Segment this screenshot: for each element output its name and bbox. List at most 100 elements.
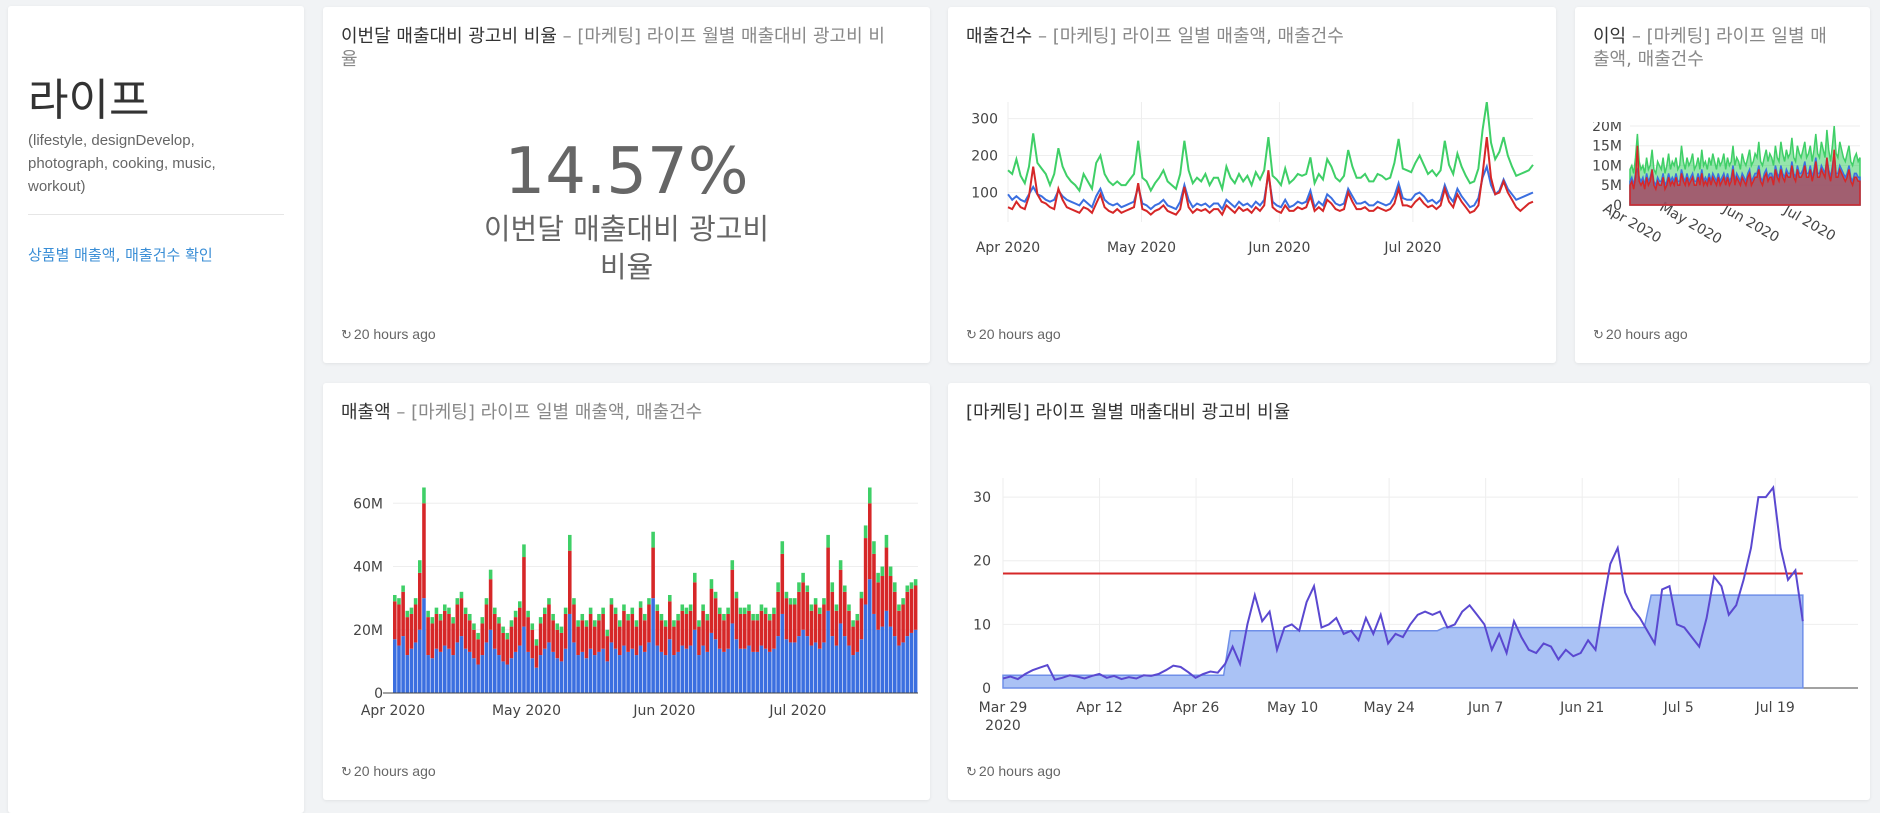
bar-red [468,620,472,652]
bar-red [488,579,493,630]
bar-red [872,553,876,614]
bar-green [884,534,889,548]
bar-blue [847,645,851,693]
bar-green [401,585,405,592]
bar-red [459,598,464,637]
bar-green [863,525,868,539]
bar-red [609,604,614,643]
bar-blue [613,648,618,693]
bar-blue [755,651,760,693]
bar-red [763,613,768,649]
bar-red [838,569,843,624]
bar-green [672,620,676,627]
bar-blue [751,651,755,693]
bar-blue [801,629,805,693]
bar-blue [626,651,630,693]
x-tick-label: May 24 [1364,700,1415,716]
refresh-icon: ↻ [1593,327,1604,342]
bar-red [663,626,668,656]
bar-green [738,607,743,614]
x-tick-label: Jun 7 [1467,700,1503,716]
bar-red [501,632,505,662]
x-tick-label: Jun 2020 [1719,201,1782,246]
bar-green [626,613,630,621]
card-title[interactable]: 매출건수 – [마케팅] 라이프 일별 매출액, 매출건수 [966,25,1344,48]
bar-green [784,591,789,599]
card-title-main: 이번달 매출대비 광고비 비율 [341,26,557,47]
bar-green [572,598,576,605]
bar-green [643,613,647,621]
bar-red [397,604,401,646]
bar-green [451,617,455,624]
card-title[interactable]: 이번달 매출대비 광고비 비율 – [마케팅] 라이프 월별 매출대비 광고비 … [341,25,901,71]
bar-green [480,617,485,624]
bar-green [634,620,639,627]
bar-blue [447,648,451,693]
bar-blue [822,642,826,693]
refresh-icon: ↻ [341,764,352,779]
bar-red [722,620,726,652]
bar-red [672,626,676,656]
bar-red [701,610,705,646]
bar-red [718,613,722,649]
bar-green [426,610,430,618]
bar-green [584,620,589,627]
x-tick-label: May 2020 [492,703,561,719]
bar-red [480,623,485,656]
bar-red [801,582,805,630]
bar-red [618,626,622,656]
bar-blue [868,579,872,693]
bar-blue [597,651,601,693]
bar-blue [547,642,551,693]
bar-green [563,607,568,614]
bar-green [526,610,530,618]
bar-green [730,560,735,570]
refresh-icon: ↻ [341,327,352,342]
card-title-main: 매출액 [341,402,391,423]
bar-red [530,629,535,659]
bar-red [393,601,397,640]
bar-green [763,607,768,614]
card-title[interactable]: 매출액 – [마케팅] 라이프 일별 매출액, 매출건수 [341,401,702,424]
bar-green [555,623,560,630]
bar-green [859,591,864,599]
bar-blue [880,626,885,693]
bar-blue [738,648,743,693]
bar-red [418,572,422,630]
bar-blue [797,636,801,693]
bar-red [880,576,885,627]
bar-red [484,604,489,643]
bar-red [826,547,830,611]
bar-blue [605,661,610,693]
bar-blue [901,642,905,693]
card-title[interactable]: [마케팅] 라이프 월별 매출대비 광고비 비율 [966,401,1290,424]
bar-blue [563,648,568,693]
bar-blue [734,639,739,693]
bar-red [813,604,818,643]
bar-blue [501,661,505,693]
x-tick-label: Jun 21 [1559,700,1604,716]
y-tick-label: 100 [971,185,998,201]
bar-green [780,541,785,554]
x-tick-label: Apr 2020 [361,703,425,719]
bar-blue [876,629,880,693]
x-tick-label: Jul 2020 [1383,240,1441,256]
product-sales-link[interactable]: 상품별 매출액, 매출건수 확인 [28,244,213,265]
ad-ratio-chart: Mar 29 2020 Apr 12 Apr 26 May 10 May 24 Jun 7 J… [973,478,1858,734]
bar-red [822,604,826,643]
bar-blue [709,632,714,693]
bar-green [601,607,605,614]
bar-red [534,645,539,668]
bar-red [505,639,510,665]
bar-red [676,620,680,652]
bar-blue [609,642,614,693]
last-updated-text: 20 hours ago [353,326,436,342]
bar-green [843,585,847,592]
bar-green [430,617,435,624]
bar-green [747,604,751,611]
bar-red [759,610,764,646]
bar-red [730,569,735,624]
bar-red [434,613,439,649]
card-title[interactable]: 이익 – [마케팅] 라이프 일별 매출액, 매출건수 [1593,25,1833,71]
bar-green [897,604,901,611]
